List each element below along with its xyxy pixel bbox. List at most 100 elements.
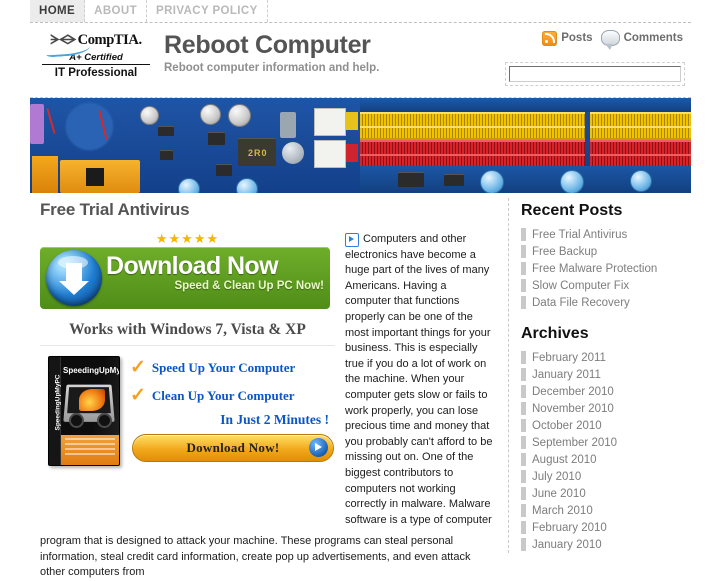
list-item[interactable]: June 2010 xyxy=(521,485,698,502)
list-item[interactable]: November 2010 xyxy=(521,400,698,417)
download-banner-subtitle: Speed & Clean Up PC Now! xyxy=(174,280,324,293)
search-input[interactable] xyxy=(509,66,681,82)
download-now-banner[interactable]: Download Now Speed & Clean Up PC Now! xyxy=(40,247,330,309)
brand-block[interactable]: ᗒᗕᗒ CompTIA. A+ Certified IT Professiona… xyxy=(42,30,379,79)
bullet-icon xyxy=(521,402,526,415)
list-item[interactable]: September 2010 xyxy=(521,434,698,451)
archive-link[interactable]: February 2010 xyxy=(532,522,607,534)
comptia-professional-label: IT Professional xyxy=(54,67,138,79)
banner-coil xyxy=(280,112,296,138)
list-item[interactable]: February 2011 xyxy=(521,349,698,366)
rss-icon xyxy=(542,30,558,46)
bullet-icon xyxy=(521,296,526,309)
bullet-icon xyxy=(521,279,526,292)
archive-link[interactable]: June 2010 xyxy=(532,488,586,500)
comments-feed-link[interactable]: Comments xyxy=(600,30,683,50)
banner-ic xyxy=(398,172,424,187)
banner-capacitor xyxy=(228,104,251,127)
list-item[interactable]: Free Backup xyxy=(521,243,698,260)
archive-link[interactable]: December 2010 xyxy=(532,386,614,398)
bullet-icon xyxy=(521,228,526,241)
nav-item-privacy-policy[interactable]: PRIVACY POLICY xyxy=(147,0,268,22)
primary-navigation: HOME ABOUT PRIVACY POLICY xyxy=(30,0,691,23)
banner-ic xyxy=(158,126,174,136)
list-item[interactable]: October 2010 xyxy=(521,417,698,434)
bullet-icon xyxy=(521,504,526,517)
archive-link[interactable]: November 2010 xyxy=(532,403,614,415)
banner-capacitor-blue xyxy=(480,170,504,193)
banner-ic xyxy=(208,132,225,145)
list-item[interactable]: August 2010 xyxy=(521,451,698,468)
bullet-icon xyxy=(521,351,526,364)
banner-ic xyxy=(160,150,173,160)
recent-post-link[interactable]: Slow Computer Fix xyxy=(532,280,629,292)
archives-heading: Archives xyxy=(521,325,589,342)
posts-feed-link[interactable]: Posts xyxy=(542,30,593,46)
promo-bullet: ✓ Speed Up Your Computer xyxy=(130,358,335,377)
recent-post-link[interactable]: Free Trial Antivirus xyxy=(532,229,627,241)
sidebar: Recent Posts Free Trial Antivirus Free B… xyxy=(508,198,698,553)
banner-capacitor-blue xyxy=(630,170,652,192)
list-item[interactable]: Free Trial Antivirus xyxy=(521,226,698,243)
bullet-icon xyxy=(521,470,526,483)
banner-header-white-2 xyxy=(314,140,346,168)
archive-link[interactable]: October 2010 xyxy=(532,420,602,432)
banner-header-white xyxy=(314,108,346,136)
archive-link[interactable]: March 2010 xyxy=(532,505,593,517)
promo-bullets: ✓ Speed Up Your Computer ✓ Clean Up Your… xyxy=(130,358,335,428)
rating-stars: ★★★★★ xyxy=(155,231,220,246)
play-triangle-icon xyxy=(345,233,359,247)
list-item[interactable]: December 2010 xyxy=(521,383,698,400)
posts-feed-label: Posts xyxy=(561,32,593,44)
banner-chip-label: 2R0 xyxy=(248,148,268,158)
archive-link[interactable]: February 2011 xyxy=(532,352,606,364)
banner-battery xyxy=(282,142,304,164)
nav-item-home[interactable]: HOME xyxy=(30,0,86,22)
promo-timing-label: In Just 2 Minutes ! xyxy=(220,412,329,427)
article-body-column: Computers and other electronics have bec… xyxy=(345,232,495,528)
checkmark-icon: ✓ xyxy=(130,385,146,406)
nav-item-about[interactable]: ABOUT xyxy=(85,0,147,22)
archive-link[interactable]: July 2010 xyxy=(532,471,581,483)
list-item[interactable]: January 2011 xyxy=(521,366,698,383)
bullet-icon xyxy=(521,453,526,466)
promo-bullet-label: Speed Up Your Computer xyxy=(151,359,296,375)
banner-chip-small xyxy=(86,168,104,186)
list-item[interactable]: Free Malware Protection xyxy=(521,260,698,277)
bullet-icon xyxy=(521,245,526,258)
list-item[interactable]: July 2010 xyxy=(521,468,698,485)
list-item[interactable]: March 2010 xyxy=(521,502,698,519)
banner-capacitor xyxy=(140,106,159,125)
header-banner-image: 2R0 SYS_FAN2 xyxy=(30,97,691,193)
banner-pcb-top xyxy=(360,98,691,112)
banner-ide-slot xyxy=(32,156,58,193)
promo-bullet-label: Clean Up Your Computer xyxy=(151,387,295,403)
promo-download-button[interactable]: Download Now! xyxy=(132,434,334,462)
article-body-text: Computers and other electronics have bec… xyxy=(345,233,493,526)
bullet-icon xyxy=(521,262,526,275)
archives-list: February 2011 January 2011 December 2010… xyxy=(521,349,698,553)
archive-link[interactable]: September 2010 xyxy=(532,437,617,449)
bullet-icon xyxy=(521,368,526,381)
banner-capacitor-blue xyxy=(178,178,200,193)
banner-header-red xyxy=(346,144,358,162)
list-item[interactable]: February 2010 xyxy=(521,519,698,536)
site-title[interactable]: Reboot Computer xyxy=(164,32,379,59)
promo-ad[interactable]: SpeedingUpMyPC SpeedingUpMyPC ✓ Speed Up… xyxy=(40,354,335,474)
recent-post-link[interactable]: Free Malware Protection xyxy=(532,263,657,275)
feed-links: Posts Comments xyxy=(542,30,683,50)
archive-link[interactable]: August 2010 xyxy=(532,454,597,466)
recent-post-link[interactable]: Data File Recovery xyxy=(532,297,630,309)
list-item[interactable]: Data File Recovery xyxy=(521,294,698,311)
arrow-right-icon xyxy=(309,438,328,457)
banner-ic xyxy=(444,174,464,186)
list-item[interactable]: Slow Computer Fix xyxy=(521,277,698,294)
recent-post-link[interactable]: Free Backup xyxy=(532,246,597,258)
main-content: Free Trial Antivirus ★★★★★ Download Now … xyxy=(40,200,495,581)
bullet-icon xyxy=(521,436,526,449)
comptia-logo: ᗒᗕᗒ CompTIA. A+ Certified IT Professiona… xyxy=(42,30,150,79)
product-box-footer xyxy=(61,435,119,465)
banner-header-yellow xyxy=(346,112,358,130)
download-banner-title: Download Now xyxy=(106,252,279,280)
archive-link[interactable]: January 2011 xyxy=(532,369,601,381)
